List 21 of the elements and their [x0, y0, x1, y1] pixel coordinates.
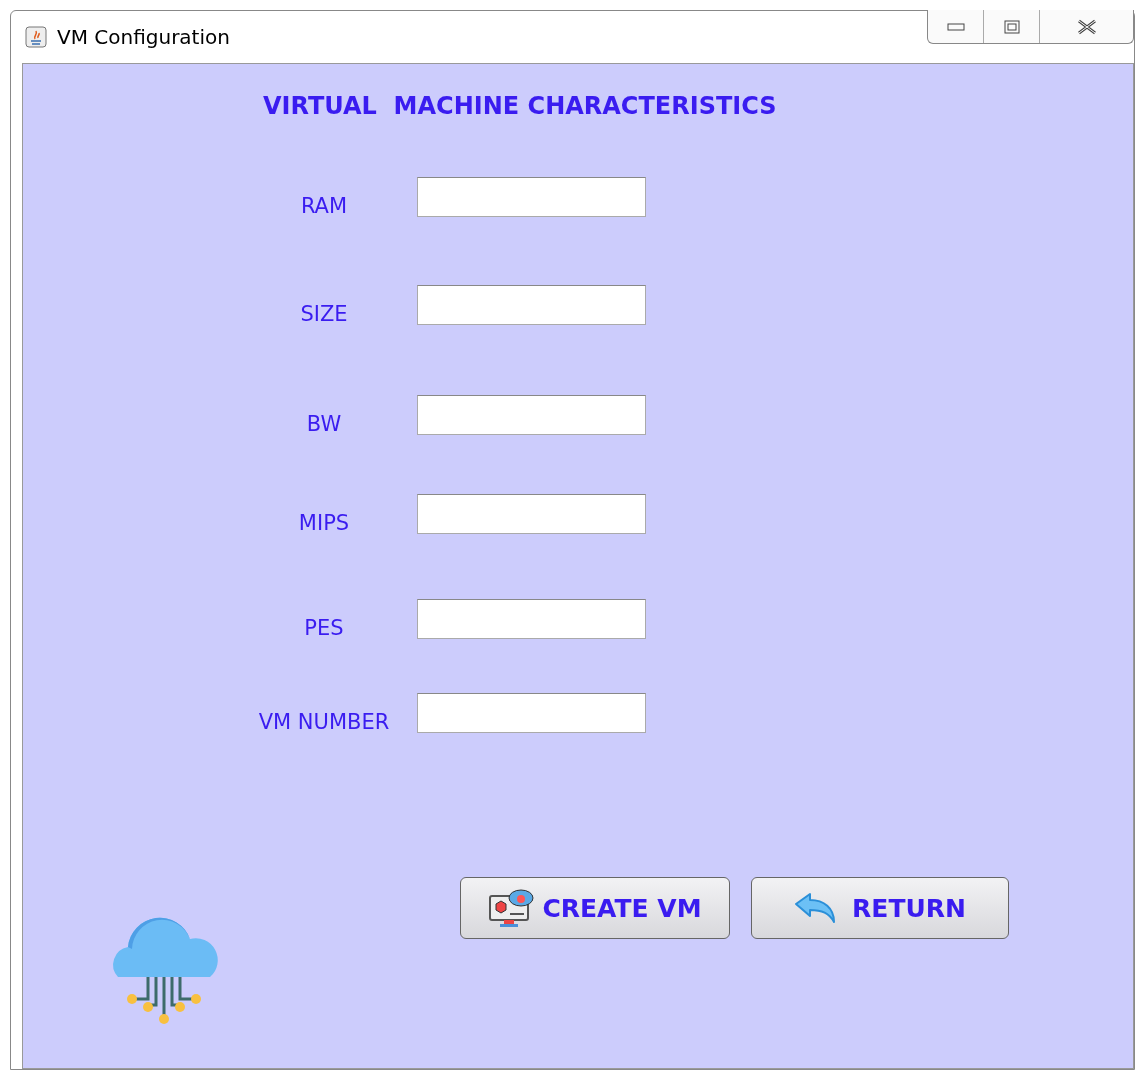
field-label: RAM [299, 193, 349, 218]
minimize-icon [946, 22, 965, 31]
input-field[interactable] [417, 494, 646, 534]
restore-icon [1003, 19, 1020, 34]
field-label: SIZE [299, 301, 349, 326]
field-label: PES [303, 615, 345, 640]
input-field[interactable] [417, 599, 646, 639]
computer-cloud-icon [488, 888, 537, 928]
form-heading: VIRTUAL MACHINE CHARACTERISTICS [263, 92, 778, 120]
field-label: VM NUMBER [257, 709, 391, 734]
field-label: BW [305, 411, 343, 436]
create-button[interactable]: CREATE VM [460, 877, 730, 939]
app-icon [25, 26, 47, 48]
input-field[interactable] [417, 693, 646, 733]
input-field[interactable] [417, 285, 646, 325]
input-field[interactable] [417, 395, 646, 435]
field-label: MIPS [297, 510, 351, 535]
input-field[interactable] [417, 177, 646, 217]
window-title: VM Configuration [57, 25, 230, 49]
close-icon [1076, 18, 1097, 35]
return-button[interactable]: RETURN [751, 877, 1009, 939]
